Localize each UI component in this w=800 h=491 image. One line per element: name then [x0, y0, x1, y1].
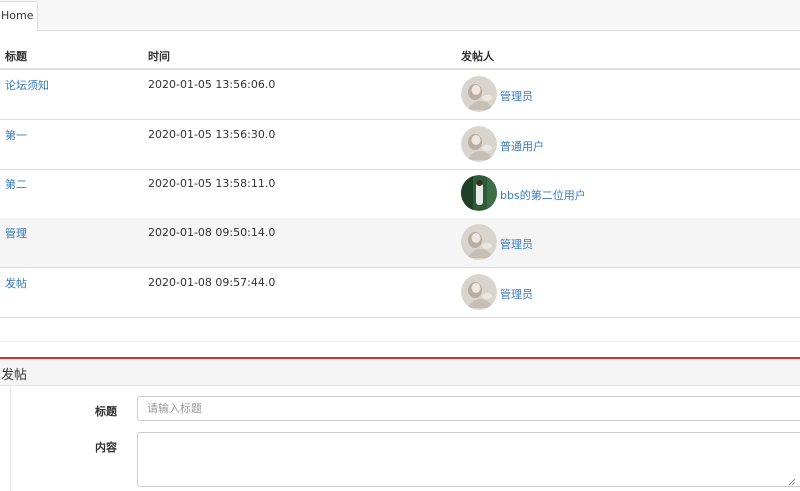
post-title-link[interactable]: 第一 [5, 127, 27, 143]
tab-home[interactable]: Home [0, 1, 38, 31]
author-link[interactable]: 普通用户 [500, 138, 544, 154]
table-row: 第一 2020-01-05 13:56:30.0 普通用户 [0, 120, 800, 170]
green-photo-avatar[interactable] [461, 175, 497, 211]
post-panel-header: 发帖 [0, 359, 800, 386]
author-link[interactable]: 管理员 [500, 88, 533, 104]
post-panel-title: 发帖 [1, 368, 28, 383]
author-link[interactable]: bbs的第二位用户 [500, 187, 586, 203]
table-row: 管理 2020-01-08 09:50:14.0 管理员 [0, 218, 800, 268]
content-field-label: 内容 [95, 441, 117, 454]
content-textarea[interactable] [137, 432, 800, 487]
table-row: 第二 2020-01-05 13:58:11.0 bbs的第二位用户 [0, 169, 800, 219]
author-link[interactable]: 管理员 [500, 236, 533, 252]
post-time: 2020-01-05 13:58:11.0 [148, 177, 276, 190]
table-footer-divider [0, 341, 800, 342]
title-input[interactable] [137, 396, 800, 421]
post-title-link[interactable]: 管理 [5, 225, 27, 241]
post-title-link[interactable]: 发帖 [5, 275, 27, 291]
admin-avatar[interactable] [461, 76, 497, 112]
tab-bar: Home [0, 0, 800, 31]
post-time: 2020-01-05 13:56:30.0 [148, 128, 276, 141]
post-title-link[interactable]: 论坛须知 [5, 77, 49, 93]
post-time: 2020-01-08 09:50:14.0 [148, 226, 276, 239]
column-header-title: 标题 [5, 50, 27, 63]
post-time: 2020-01-05 13:56:06.0 [148, 78, 276, 91]
resize-grip-icon[interactable] [788, 478, 796, 486]
table-header: 标题 时间 发帖人 [0, 31, 800, 70]
column-header-time: 时间 [148, 50, 170, 63]
admin-avatar[interactable] [461, 274, 497, 310]
title-field-label: 标题 [95, 405, 117, 418]
table-row: 发帖 2020-01-08 09:57:44.0 管理员 [0, 268, 800, 318]
column-header-author: 发帖人 [461, 50, 494, 63]
table-row: 论坛须知 2020-01-05 13:56:06.0 管理员 [0, 70, 800, 120]
post-title-link[interactable]: 第二 [5, 176, 27, 192]
author-link[interactable]: 管理员 [500, 286, 533, 302]
admin-avatar[interactable] [461, 224, 497, 260]
page: Home 标题 时间 发帖人 论坛须知 2020-01-05 13:56:06.… [0, 0, 800, 491]
user-avatar[interactable] [461, 126, 497, 162]
post-time: 2020-01-08 09:57:44.0 [148, 276, 276, 289]
